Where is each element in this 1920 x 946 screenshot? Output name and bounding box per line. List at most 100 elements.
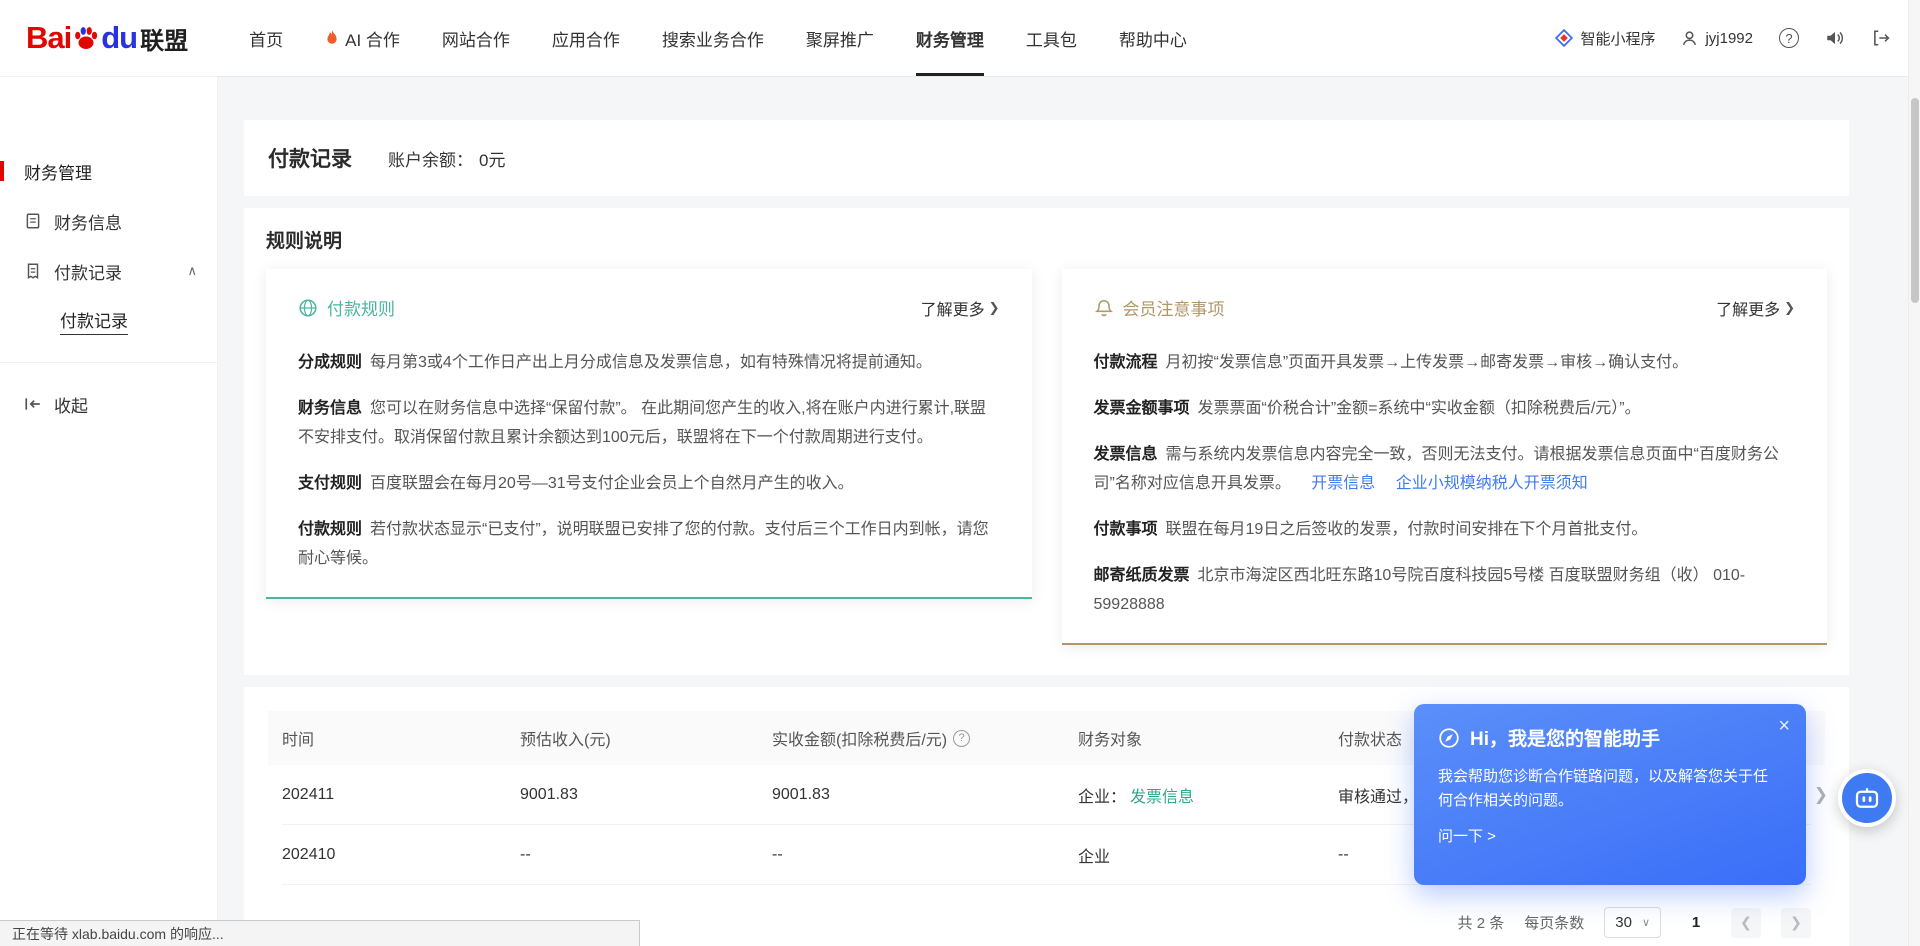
rule-desc: 北京市海淀区西北旺东路10号院百度科技园5号楼 百度联盟财务组（收） 010-5… bbox=[1094, 567, 1746, 613]
assistant-chat-button[interactable] bbox=[1838, 769, 1896, 827]
mini-program-label: 智能小程序 bbox=[1580, 28, 1655, 49]
entity-label: 企业 bbox=[1078, 843, 1110, 867]
chevron-right-icon: ❯ bbox=[1790, 914, 1802, 931]
help-icon[interactable]: ? bbox=[953, 730, 970, 747]
nav-label: 帮助中心 bbox=[1119, 26, 1187, 51]
next-page-button[interactable]: ❯ bbox=[1781, 908, 1811, 938]
rule-item: 邮寄纸质发票北京市海淀区西北旺东路10号院百度科技园5号楼 百度联盟财务组（收）… bbox=[1094, 561, 1796, 619]
balance-value: 0元 bbox=[479, 146, 505, 171]
cell-time: 202410 bbox=[282, 846, 520, 864]
user-account[interactable]: jyj1992 bbox=[1681, 30, 1753, 47]
nav-item-finance-management[interactable]: 财务管理 bbox=[895, 0, 1005, 76]
nav-item-ai-cooperation[interactable]: AI 合作 bbox=[304, 0, 421, 76]
sidebar-section-label: 财务管理 bbox=[24, 159, 92, 184]
help-icon[interactable]: ? bbox=[1779, 28, 1799, 48]
learn-more-label: 了解更多 bbox=[921, 296, 985, 320]
nav-label: AI 合作 bbox=[345, 26, 400, 51]
page-title-card: 付款记录 账户余额： 0元 bbox=[244, 120, 1849, 196]
main-nav: 首页 AI 合作 网站合作 应用合作 搜索业务合作 聚屏推广 财务管理 工具包 … bbox=[228, 0, 1208, 76]
rule-term: 付款规则 bbox=[298, 521, 362, 538]
rule-term: 发票金额事项 bbox=[1094, 400, 1190, 417]
entity-label: 企业： bbox=[1078, 783, 1126, 807]
close-icon[interactable]: × bbox=[1778, 716, 1790, 736]
rule-desc: 发票票面“价税合计”金额=系统中“实收金额（扣除税费后/元）”。 bbox=[1198, 400, 1641, 417]
chevron-left-icon: ❮ bbox=[1740, 914, 1752, 931]
column-header-estimated-income: 预估收入(元) bbox=[520, 726, 772, 750]
username-label: jyj1992 bbox=[1705, 30, 1753, 47]
rules-heading: 规则说明 bbox=[266, 226, 1827, 253]
nav-item-app-cooperation[interactable]: 应用合作 bbox=[531, 0, 641, 76]
chevron-right-icon: ❯ bbox=[989, 300, 1000, 316]
chevron-right-icon[interactable]: ❯ bbox=[1814, 785, 1828, 805]
rule-item: 分成规则每月第3或4个工作日产出上月分成信息及发票信息，如有特殊情况将提前通知。 bbox=[298, 348, 1000, 377]
baidu-union-logo[interactable]: Bai du 联盟 bbox=[26, 20, 188, 56]
nav-label: 首页 bbox=[249, 26, 283, 51]
prev-page-button[interactable]: ❮ bbox=[1731, 908, 1761, 938]
collapse-label: 收起 bbox=[54, 392, 88, 417]
smart-assistant-popup: Hi，我是您的智能助手 × 我会帮助您诊断合作链路问题，以及解答您关于任何合作相… bbox=[1414, 704, 1806, 885]
header-right: 智能小程序 jyj1992 ? bbox=[1555, 28, 1890, 49]
top-header: Bai du 联盟 首页 AI 合作 网站合作 应用合作 搜索业务合作 bbox=[0, 0, 1920, 76]
collapse-icon bbox=[24, 396, 42, 412]
rule-item: 发票信息需与系统内发票信息内容完全一致，否则无法支付。请根据发票信息页面中“百度… bbox=[1094, 440, 1796, 498]
nav-item-website-cooperation[interactable]: 网站合作 bbox=[421, 0, 531, 76]
sidebar-item-label: 财务信息 bbox=[54, 209, 122, 234]
vertical-scrollbar[interactable] bbox=[1908, 0, 1920, 946]
invoice-info-link[interactable]: 发票信息 bbox=[1130, 783, 1194, 807]
card-title: 付款规则 bbox=[327, 295, 395, 320]
nav-label: 聚屏推广 bbox=[806, 26, 874, 51]
rule-desc: 每月第3或4个工作日产出上月分成信息及发票信息，如有特殊情况将提前通知。 bbox=[370, 354, 932, 371]
nav-item-help-center[interactable]: 帮助中心 bbox=[1098, 0, 1208, 76]
rule-desc: 月初按“发票信息”页面开具发票→上传发票→邮寄发票→审核→确认支付。 bbox=[1166, 354, 1689, 371]
per-page-select[interactable]: 30 ∨ bbox=[1604, 907, 1661, 938]
sidebar-item-finance-info[interactable]: 财务信息 bbox=[0, 196, 217, 246]
rule-term: 邮寄纸质发票 bbox=[1094, 567, 1190, 584]
mini-program-link[interactable]: 智能小程序 bbox=[1555, 28, 1655, 49]
learn-more-link[interactable]: 了解更多 ❯ bbox=[921, 296, 1000, 320]
learn-more-label: 了解更多 bbox=[1716, 296, 1780, 320]
sidebar-divider bbox=[0, 362, 217, 363]
document-icon bbox=[24, 212, 42, 230]
chevron-right-icon: ❯ bbox=[1784, 300, 1795, 316]
sound-icon[interactable] bbox=[1825, 29, 1845, 47]
nav-label: 应用合作 bbox=[552, 26, 620, 51]
logo-text-bai: Bai bbox=[26, 20, 71, 56]
nav-item-toolkit[interactable]: 工具包 bbox=[1005, 0, 1098, 76]
mini-program-icon bbox=[1555, 29, 1573, 47]
collapse-sidebar-button[interactable]: 收起 bbox=[0, 379, 217, 429]
active-section-marker bbox=[0, 161, 4, 181]
chevron-up-icon[interactable]: ∧ bbox=[187, 263, 197, 279]
invoice-info-link[interactable]: 开票信息 bbox=[1311, 475, 1375, 492]
rule-term: 财务信息 bbox=[298, 400, 362, 417]
column-header-label: 实收金额(扣除税费后/元) bbox=[772, 726, 947, 750]
page-title: 付款记录 bbox=[268, 143, 352, 173]
rule-desc: 您可以在财务信息中选择“保留付款”。 在此期间您产生的收入,将在账户内进行累计,… bbox=[298, 400, 986, 446]
ask-now-link[interactable]: 问一下 > bbox=[1438, 825, 1782, 846]
scrollbar-thumb[interactable] bbox=[1911, 98, 1919, 303]
rule-term: 付款事项 bbox=[1094, 521, 1158, 538]
cell-actual: 9001.83 bbox=[772, 786, 1078, 804]
sidebar-subitem-payment-records[interactable]: 付款记录 bbox=[0, 296, 217, 346]
small-taxpayer-notice-link[interactable]: 企业小规模纳税人开票须知 bbox=[1396, 475, 1588, 492]
nav-item-home[interactable]: 首页 bbox=[228, 0, 304, 76]
rule-desc: 联盟在每月19日之后签收的发票，付款时间安排在下个月首批支付。 bbox=[1166, 521, 1648, 538]
assistant-title: Hi，我是您的智能助手 bbox=[1470, 724, 1660, 751]
rule-item: 付款规则若付款状态显示“已支付”，说明联盟已安排了您的付款。支付后三个工作日内到… bbox=[298, 515, 1000, 573]
nav-item-screen-promotion[interactable]: 聚屏推广 bbox=[785, 0, 895, 76]
learn-more-link[interactable]: 了解更多 ❯ bbox=[1716, 296, 1795, 320]
rule-desc: 若付款状态显示“已支付”，说明联盟已安排了您的付款。支付后三个工作日内到帐，请您… bbox=[298, 521, 989, 567]
rule-desc: 百度联盟会在每月20号—31号支付企业会员上个自然月产生的收入。 bbox=[370, 475, 854, 492]
user-icon bbox=[1681, 30, 1698, 47]
page-number-current[interactable]: 1 bbox=[1681, 908, 1711, 938]
rule-term: 支付规则 bbox=[298, 475, 362, 492]
sidebar-item-payment-records[interactable]: 付款记录 ∧ bbox=[0, 246, 217, 296]
card-title: 会员注意事项 bbox=[1123, 295, 1225, 320]
status-text: 正在等待 xlab.baidu.com 的响应... bbox=[12, 924, 224, 944]
sidebar-section-finance-management[interactable]: 财务管理 bbox=[0, 146, 217, 196]
rule-term: 分成规则 bbox=[298, 354, 362, 371]
help-glyph: ? bbox=[959, 732, 965, 744]
cell-estimated: -- bbox=[520, 846, 772, 864]
nav-item-search-cooperation[interactable]: 搜索业务合作 bbox=[641, 0, 785, 76]
logout-icon[interactable] bbox=[1871, 29, 1890, 47]
paw-icon bbox=[71, 23, 101, 53]
